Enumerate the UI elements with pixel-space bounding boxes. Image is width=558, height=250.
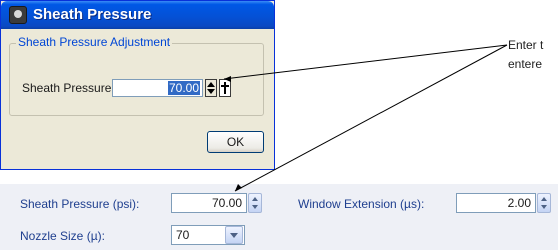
leader-arrow-panel — [235, 184, 242, 191]
callout-leader-lines — [223, 44, 508, 192]
leader-line-dialog — [223, 44, 508, 80]
leader-arrow-dialog — [224, 76, 231, 82]
leader-line-panel — [234, 44, 508, 192]
